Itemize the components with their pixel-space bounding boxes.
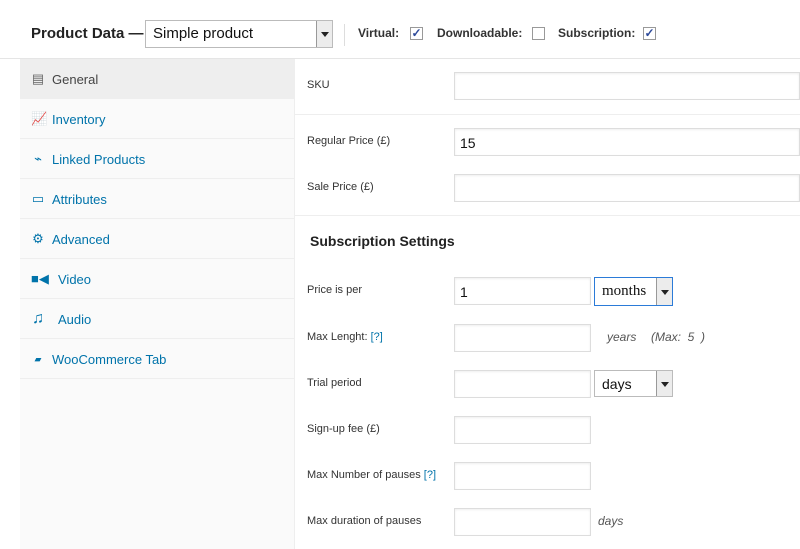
tab-video[interactable]: ■◀ Video (20, 259, 294, 299)
help-icon[interactable]: [?] (424, 469, 436, 481)
tab-label: Linked Products (52, 152, 146, 167)
tab-attributes[interactable]: ▭ Attributes (20, 179, 294, 219)
chevron-down-icon[interactable] (656, 278, 672, 305)
chevron-down-icon[interactable] (656, 371, 672, 396)
subscription-label: Subscription: (558, 26, 636, 40)
tab-general[interactable]: ▤ General (20, 59, 294, 99)
virtual-checkbox[interactable]: ✓ (410, 27, 423, 40)
max-pauses-label: Max Number of pauses [?] (307, 469, 436, 481)
link-icon: ⌁ (34, 151, 42, 166)
max-duration-label: Max duration of pauses (307, 515, 422, 527)
general-icon: ▤ (31, 71, 45, 86)
tab-label: Attributes (52, 192, 107, 207)
regular-price-label: Regular Price (£) (307, 135, 391, 147)
regular-price-value: 15 (460, 135, 476, 151)
virtual-label: Virtual: (358, 26, 400, 40)
trial-period-unit-select[interactable]: days (594, 370, 673, 397)
max-length-note: (Max: 5 ) (651, 330, 706, 344)
general-panel: SKU Regular Price (£) 15 Sale Price (£) … (295, 59, 800, 549)
trial-period-input[interactable] (454, 370, 591, 398)
regular-price-input[interactable]: 15 (454, 128, 800, 156)
max-duration-unit: days (598, 514, 624, 528)
tab-woocommerce[interactable]: ▰ WooCommerce Tab (20, 339, 294, 379)
downloadable-checkbox[interactable] (532, 27, 545, 40)
section-divider (295, 114, 800, 115)
trial-period-unit-value: days (602, 376, 632, 392)
signup-fee-input[interactable] (454, 416, 591, 444)
product-data-header: Product Data — Simple product Virtual: ✓… (0, 0, 800, 59)
tab-label: Video (58, 272, 92, 287)
max-length-label-text: Max Lenght: (307, 331, 368, 343)
max-pauses-input[interactable] (454, 462, 591, 490)
max-duration-input[interactable] (454, 508, 591, 536)
inventory-icon: 📈 (31, 111, 48, 126)
max-length-unit: years (607, 330, 637, 344)
product-type-select[interactable]: Simple product (145, 20, 333, 48)
video-icon: ■◀ (31, 271, 49, 286)
price-per-unit-select[interactable]: months (594, 277, 673, 306)
section-divider (295, 215, 800, 216)
subscription-settings-heading: Subscription Settings (310, 233, 455, 249)
tab-label: General (52, 72, 99, 87)
chevron-down-icon[interactable] (316, 21, 332, 47)
tab-label: Audio (58, 312, 92, 327)
product-data-tabs: ▤ General 📈 Inventory ⌁ Linked Products … (20, 59, 295, 549)
sale-price-label: Sale Price (£) (307, 181, 374, 193)
tab-label: Advanced (52, 232, 110, 247)
trial-period-label: Trial period (307, 377, 362, 389)
music-icon: ♫ (32, 310, 44, 327)
max-pauses-label-text: Max Number of pauses (307, 469, 421, 481)
tab-audio[interactable]: ♫ Audio (20, 299, 294, 339)
price-per-value: 1 (460, 284, 468, 300)
tab-linked-products[interactable]: ⌁ Linked Products (20, 139, 294, 179)
tab-label: WooCommerce Tab (52, 352, 167, 367)
header-divider (344, 24, 345, 46)
tab-inventory[interactable]: 📈 Inventory (20, 99, 294, 139)
price-per-unit-value: months (602, 283, 647, 299)
subscription-checkbox[interactable]: ✓ (643, 27, 656, 40)
help-icon[interactable]: [?] (371, 331, 383, 343)
attributes-icon: ▭ (31, 191, 45, 206)
sku-label: SKU (307, 79, 330, 91)
woo-icon: ▰ (34, 354, 42, 364)
gear-icon: ⚙ (32, 231, 44, 246)
max-length-label: Max Lenght: [?] (307, 331, 383, 343)
max-length-input[interactable] (454, 324, 591, 352)
product-data-title: Product Data — (31, 25, 144, 42)
price-per-label: Price is per (307, 284, 363, 296)
sale-price-input[interactable] (454, 174, 800, 202)
tab-label: Inventory (52, 112, 106, 127)
price-per-input[interactable]: 1 (454, 277, 591, 305)
downloadable-label: Downloadable: (437, 26, 523, 40)
signup-fee-label: Sign-up fee (£) (307, 423, 380, 435)
tab-advanced[interactable]: ⚙ Advanced (20, 219, 294, 259)
sku-input[interactable] (454, 72, 800, 100)
product-type-value: Simple product (153, 25, 254, 42)
